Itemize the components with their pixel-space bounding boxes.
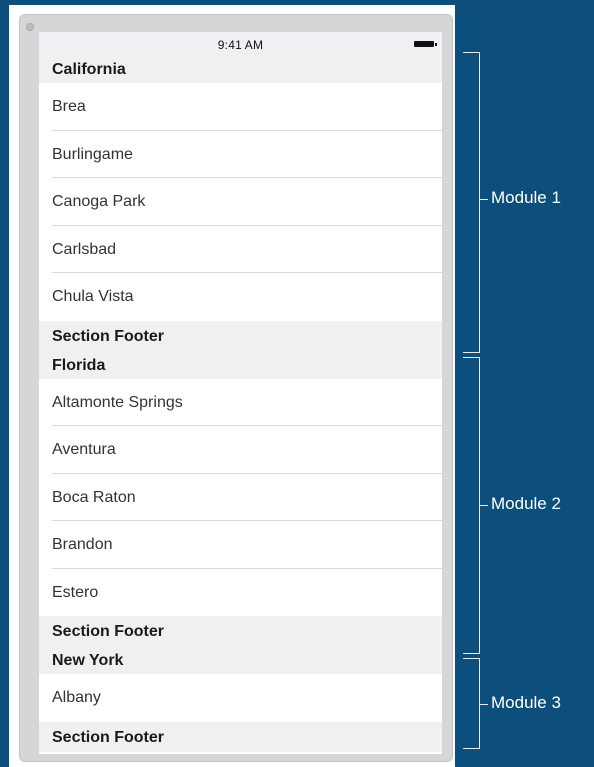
table-row[interactable]: Brandon <box>39 521 442 569</box>
device-screen: 9:41 AM California Brea Burlingame Canog… <box>39 32 442 754</box>
section-header-florida: Florida <box>39 350 442 379</box>
table-row[interactable]: Canoga Park <box>39 178 442 226</box>
module-3-label: Module 3 <box>491 693 561 712</box>
window-close-button[interactable] <box>26 23 34 31</box>
section-footer: Section Footer <box>39 616 442 646</box>
section-footer: Section Footer <box>39 721 442 752</box>
module-1-bracket-tick <box>480 199 488 200</box>
module-2-bracket <box>463 357 480 654</box>
table-row[interactable]: Burlingame <box>39 130 442 178</box>
module-1-label: Module 1 <box>491 188 561 207</box>
section-footer: Section Footer <box>39 320 442 351</box>
table-row[interactable]: Estero <box>39 568 442 616</box>
table-row[interactable]: Aventura <box>39 426 442 474</box>
table-row[interactable]: Altamonte Springs <box>39 378 442 426</box>
module-2-label: Module 2 <box>491 494 561 513</box>
section-header-california: California <box>39 55 442 83</box>
table-row[interactable]: Carlsbad <box>39 225 442 273</box>
status-time: 9:41 AM <box>217 38 264 52</box>
status-bar: 9:41 AM <box>39 32 442 55</box>
simulator-panel: 9:41 AM California Brea Burlingame Canog… <box>9 5 455 767</box>
module-2-bracket-tick <box>480 505 488 506</box>
table-row[interactable]: Boca Raton <box>39 473 442 521</box>
battery-icon <box>414 41 437 47</box>
table-row[interactable]: Albany <box>39 674 442 722</box>
section-header-new-york: New York <box>39 646 442 674</box>
table-row[interactable]: Chula Vista <box>39 273 442 321</box>
module-3-bracket-tick <box>480 704 488 705</box>
module-3-bracket <box>463 658 480 749</box>
simulator-window: 9:41 AM California Brea Burlingame Canog… <box>19 14 453 762</box>
module-1-bracket <box>463 52 480 353</box>
table-row[interactable]: Brea <box>39 83 442 131</box>
